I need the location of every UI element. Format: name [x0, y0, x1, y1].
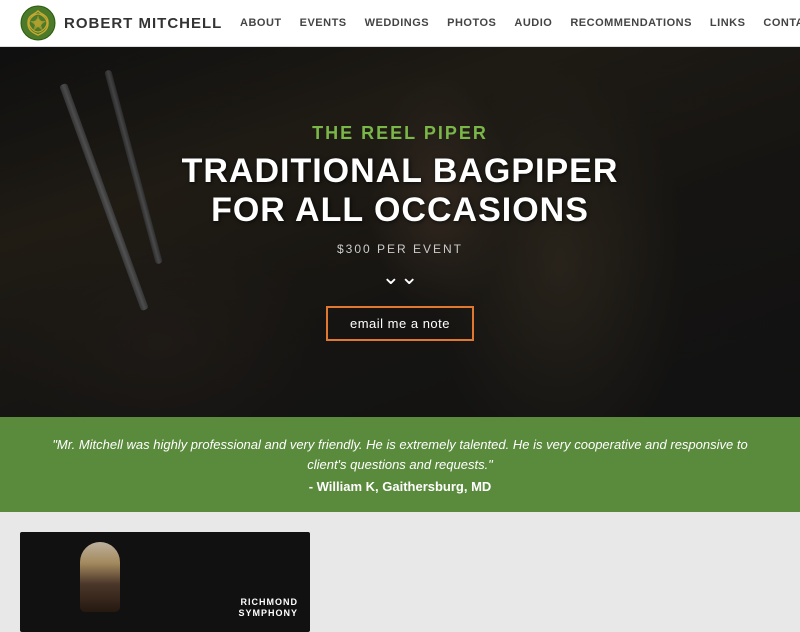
hero-section: THE REEL PIPER TRADITIONAL BAGPIPER FOR … — [0, 47, 800, 417]
site-title: Robert Mitchell — [64, 15, 222, 32]
richmond-symphony-card[interactable]: RICHMOND SYMPHONY — [20, 532, 310, 632]
nav-item-weddings[interactable]: WEDDINGS — [365, 17, 430, 29]
hero-content: THE REEL PIPER TRADITIONAL BAGPIPER FOR … — [182, 123, 619, 341]
hero-price: $300 PER EVENT — [182, 242, 619, 256]
scroll-down-chevron-icon: ⌄⌄ — [182, 266, 619, 288]
nav-item-events[interactable]: EVENTS — [300, 17, 347, 29]
nav-item-recommendations[interactable]: RECOMMENDATIONS — [570, 17, 692, 29]
site-header: Robert Mitchell ABOUT EVENTS WEDDINGS PH… — [0, 0, 800, 47]
performer-silhouette — [80, 542, 120, 612]
hero-title-line2: FOR ALL OCCASIONS — [211, 191, 589, 229]
email-button[interactable]: email me a note — [326, 306, 474, 341]
hero-subtitle: THE REEL PIPER — [182, 123, 619, 144]
hero-title-line1: TRADITIONAL BAGPIPER — [182, 152, 619, 190]
richmond-label-line1: RICHMOND — [241, 597, 299, 607]
testimonial-quote: "Mr. Mitchell was highly professional an… — [40, 435, 760, 474]
richmond-label-line2: SYMPHONY — [238, 608, 298, 618]
richmond-symphony-label: RICHMOND SYMPHONY — [238, 597, 298, 620]
logo-area: Robert Mitchell — [20, 5, 240, 41]
testimonial-section: "Mr. Mitchell was highly professional an… — [0, 417, 800, 512]
nav-item-photos[interactable]: PHOTOS — [447, 17, 496, 29]
main-nav: ABOUT EVENTS WEDDINGS PHOTOS AUDIO RECOM… — [240, 17, 800, 29]
nav-item-links[interactable]: LINKS — [710, 17, 746, 29]
nav-item-contact[interactable]: CONTACT — [763, 17, 800, 29]
hero-title: TRADITIONAL BAGPIPER FOR ALL OCCASIONS — [182, 152, 619, 230]
testimonial-author: - William K, Gaithersburg, MD — [40, 479, 760, 494]
lower-section: RICHMOND SYMPHONY — [0, 512, 800, 617]
celtic-knot-logo-icon — [20, 5, 56, 41]
nav-item-about[interactable]: ABOUT — [240, 17, 282, 29]
nav-item-audio[interactable]: AUDIO — [514, 17, 552, 29]
